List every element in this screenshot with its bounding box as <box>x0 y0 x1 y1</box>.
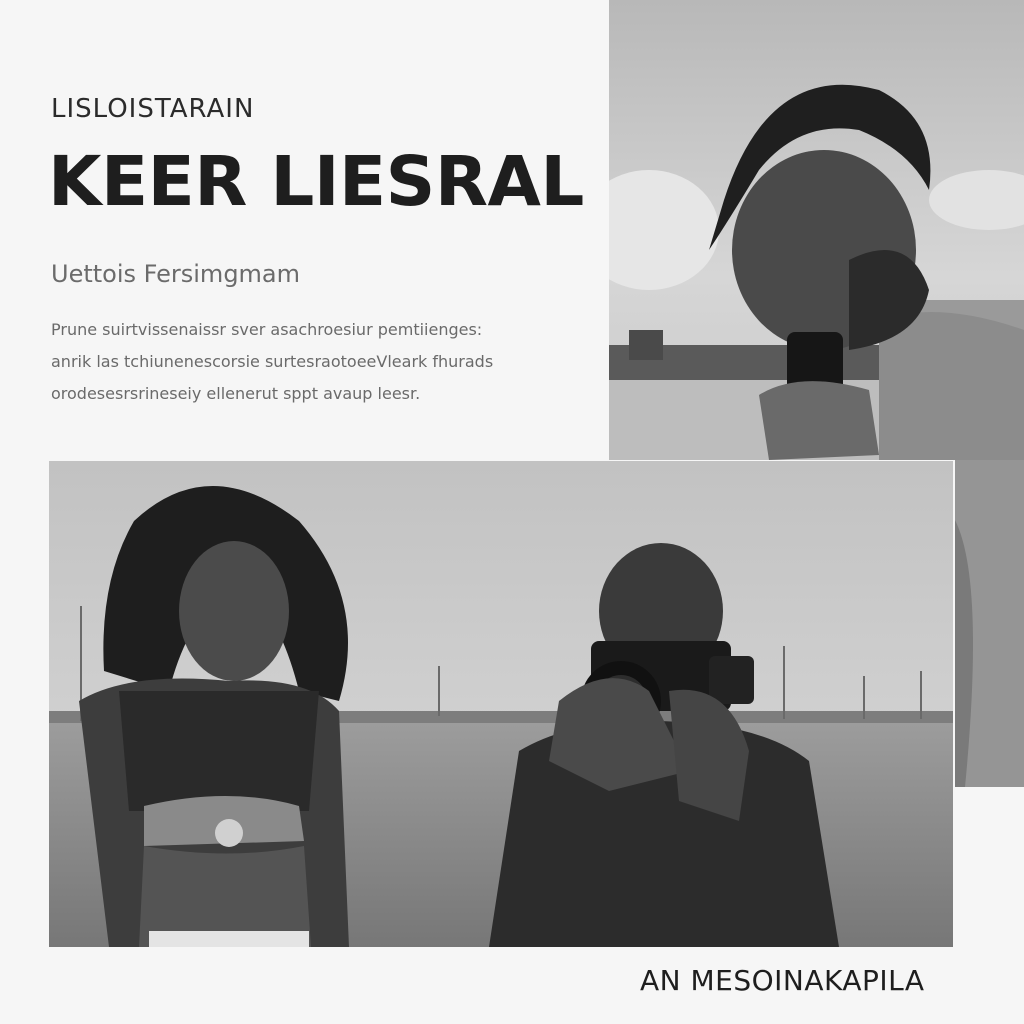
poster-page: LISLOISTARAIN KEER LIESRAL Uettois Fersi… <box>0 0 1024 1024</box>
photo-credit: AN MESOINAKAPILA <box>640 964 925 997</box>
subtitle: Uettois Fersimgmam <box>51 260 301 288</box>
page-title: KEER LIESRAL <box>48 142 584 222</box>
photo-man-with-phone <box>609 0 1024 460</box>
body-paragraph: Prune suirtvissenaissr sver asachroesiur… <box>51 314 541 410</box>
photo-girl-and-photographer <box>49 461 953 947</box>
body-line: Prune suirtvissenaissr sver asachroesiur… <box>51 320 483 339</box>
photo-man-shoulder <box>955 460 1024 787</box>
eyebrow-label: LISLOISTARAIN <box>51 94 255 124</box>
body-line: anrik las tchiunenescorsie surtesraotoee… <box>51 352 494 371</box>
body-line: orodesesrsrineseiy ellenerut sppt avaup … <box>51 384 421 403</box>
